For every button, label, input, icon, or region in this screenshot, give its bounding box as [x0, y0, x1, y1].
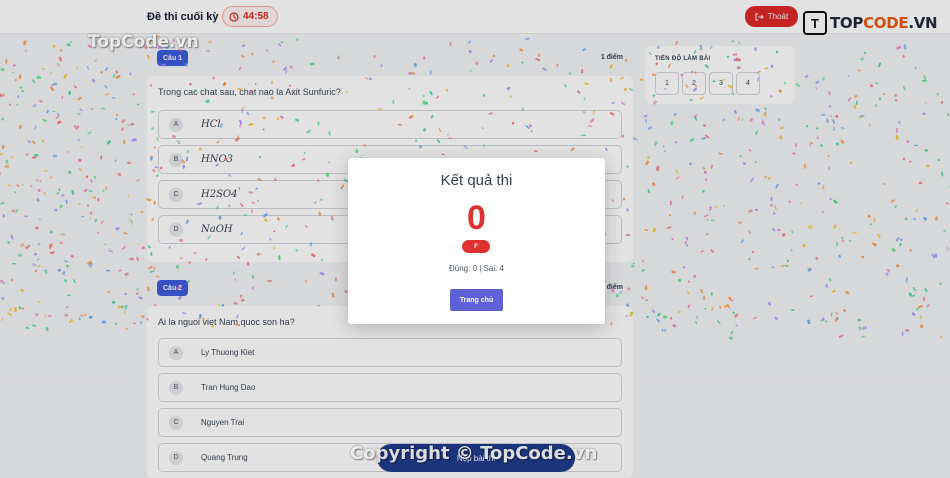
watermark-bottom: Copyright © TopCode.vn — [350, 443, 598, 464]
home-button[interactable]: Trang chủ — [450, 289, 503, 311]
result-title: Kết quả thi — [440, 172, 513, 189]
result-modal: Kết quả thi 0 F Đúng: 0 | Sai: 4 Trang c… — [348, 158, 605, 324]
result-score: 0 — [467, 199, 486, 237]
watermark-top: TopCode.vn — [88, 32, 199, 52]
result-stats: Đúng: 0 | Sai: 4 — [449, 264, 504, 273]
grade-badge: F — [462, 240, 490, 253]
